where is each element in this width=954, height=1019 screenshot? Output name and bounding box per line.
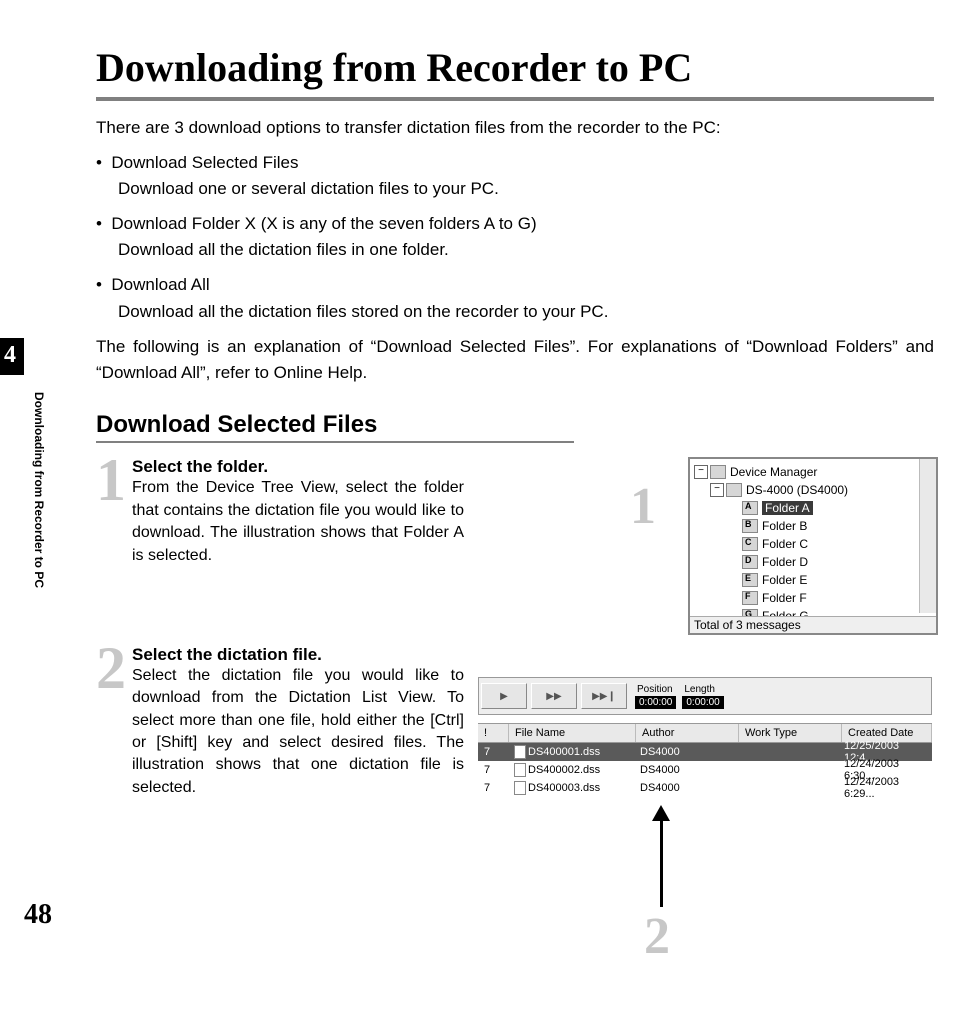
collapse-icon[interactable]: − xyxy=(710,483,724,497)
collapse-icon[interactable]: − xyxy=(694,465,708,479)
step-head: Select the folder. xyxy=(132,457,464,477)
tree-folder[interactable]: Folder D xyxy=(694,553,936,571)
note-text: The following is an explanation of “Down… xyxy=(96,334,934,385)
length-label: Length xyxy=(684,684,715,695)
bullet-sub: Download one or several dictation files … xyxy=(118,177,934,202)
ffwd-button[interactable]: ▶▶ xyxy=(531,683,577,709)
device-icon xyxy=(710,465,726,479)
chapter-tab: 4 xyxy=(0,338,24,375)
skip-button[interactable]: ▶▶❙ xyxy=(581,683,627,709)
bullet-list: Download Selected Files Download one or s… xyxy=(96,151,934,325)
col-priority[interactable]: ! xyxy=(478,724,509,742)
tree-view-figure: −Device Manager −DS-4000 (DS4000) Folder… xyxy=(688,457,938,635)
tree-label: Folder F xyxy=(762,591,807,605)
title-rule xyxy=(96,97,934,101)
section-heading: Download Selected Files xyxy=(96,411,954,439)
player-toolbar: ▶ ▶▶ ▶▶❙ Position0:00:00 Length0:00:00 xyxy=(478,677,932,715)
length-readout: 0:00:00 xyxy=(682,696,723,709)
tree-folder[interactable]: Folder A xyxy=(694,499,936,517)
play-button[interactable]: ▶ xyxy=(481,683,527,709)
step-body: Select the dictation file you would like… xyxy=(132,665,464,799)
bullet-lead: Download Selected Files xyxy=(96,153,299,172)
step-number: 2 xyxy=(96,645,126,692)
recorder-icon xyxy=(726,483,742,497)
cell-filename: DS400003.dss xyxy=(528,782,600,794)
folder-icon xyxy=(742,573,758,587)
tree-folder[interactable]: Folder C xyxy=(694,535,936,553)
page-number: 48 xyxy=(24,899,954,931)
list-view-figure: ▶ ▶▶ ▶▶❙ Position0:00:00 Length0:00:00 !… xyxy=(478,677,932,797)
cell-priority: 7 xyxy=(478,782,508,794)
tree-label: Folder B xyxy=(762,519,807,533)
tree-folder[interactable]: Folder F xyxy=(694,589,936,607)
step-number: 1 xyxy=(96,457,126,504)
col-worktype[interactable]: Work Type xyxy=(739,724,842,742)
cell-filename: DS400001.dss xyxy=(528,746,600,758)
tree-label: Device Manager xyxy=(730,465,817,479)
folder-icon xyxy=(742,555,758,569)
step-head: Select the dictation file. xyxy=(132,645,464,665)
scrollbar[interactable] xyxy=(919,459,936,613)
tree-label: Folder A xyxy=(762,501,813,515)
tree-label: Folder C xyxy=(762,537,808,551)
step: 2 Select the dictation file. Select the … xyxy=(96,645,464,799)
cell-author: DS4000 xyxy=(634,764,736,776)
tree-folder[interactable]: Folder E xyxy=(694,571,936,589)
intro-text: There are 3 download options to transfer… xyxy=(96,115,934,141)
step: 1 Select the folder. From the Device Tre… xyxy=(96,457,464,567)
callout-2: 2 xyxy=(644,907,670,966)
callout-1: 1 xyxy=(630,477,656,536)
tree-statusbar: Total of 3 messages xyxy=(690,616,936,633)
arrow-icon xyxy=(652,805,670,907)
tree-root[interactable]: − Device Manager xyxy=(694,463,936,481)
folder-icon xyxy=(742,501,758,515)
tree-label: DS-4000 (DS4000) xyxy=(746,483,848,497)
position-readout: 0:00:00 xyxy=(635,696,676,709)
bullet-sub: Download all the dictation files in one … xyxy=(118,238,934,263)
folder-icon xyxy=(742,591,758,605)
cell-created: 12/24/2003 6:29... xyxy=(838,776,932,800)
file-icon xyxy=(514,745,526,759)
bullet-sub: Download all the dictation files stored … xyxy=(118,300,934,325)
file-icon xyxy=(514,781,526,795)
cell-priority: 7 xyxy=(478,746,508,758)
device-tree: −Device Manager −DS-4000 (DS4000) Folder… xyxy=(688,457,938,635)
position-label: Position xyxy=(637,684,673,695)
col-author[interactable]: Author xyxy=(636,724,739,742)
tree-label: Folder D xyxy=(762,555,808,569)
bullet-lead: Download All xyxy=(96,275,210,294)
tree-folder[interactable]: Folder B xyxy=(694,517,936,535)
cell-author: DS4000 xyxy=(634,782,736,794)
file-icon xyxy=(514,763,526,777)
folder-icon xyxy=(742,519,758,533)
cell-author: DS4000 xyxy=(634,746,736,758)
tree-label: Folder E xyxy=(762,573,807,587)
section-rule xyxy=(96,441,574,443)
cell-filename: DS400002.dss xyxy=(528,764,600,776)
bullet-lead: Download Folder X (X is any of the seven… xyxy=(96,214,537,233)
page-title: Downloading from Recorder to PC xyxy=(96,44,954,91)
cell-priority: 7 xyxy=(478,764,508,776)
folder-icon xyxy=(742,537,758,551)
list-row[interactable]: 7 DS400003.dss DS4000 12/24/2003 6:29... xyxy=(478,779,932,797)
tree-device[interactable]: − DS-4000 (DS4000) xyxy=(694,481,936,499)
col-filename[interactable]: File Name xyxy=(509,724,636,742)
step-body: From the Device Tree View, select the fo… xyxy=(132,477,464,567)
